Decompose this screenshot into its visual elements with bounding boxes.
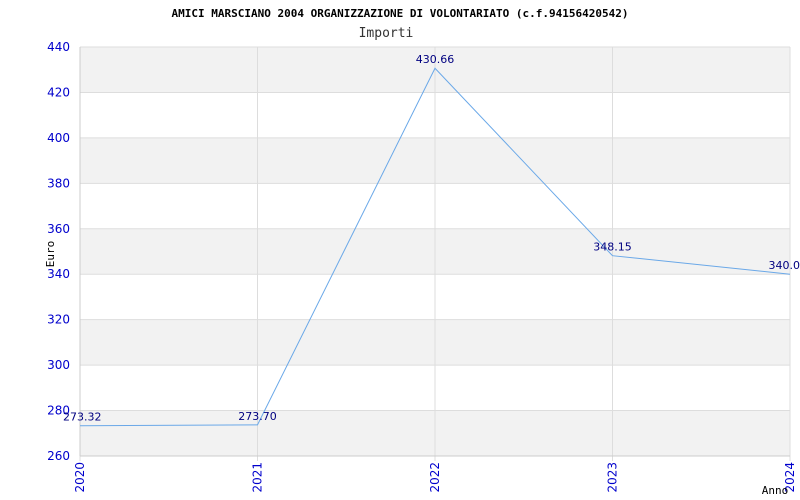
x-axis-title: Anno — [762, 484, 789, 497]
x-tick-label: 2020 — [73, 462, 87, 493]
y-tick-label: 360 — [47, 222, 70, 236]
x-tick-labels: 2020 2021 2022 2023 2024 — [73, 462, 797, 493]
y-tick-label: 300 — [47, 358, 70, 372]
data-label: 273.70 — [238, 410, 277, 423]
x-tick-label: 2022 — [428, 462, 442, 493]
y-tick-label: 260 — [47, 449, 70, 463]
y-tick-label: 400 — [47, 131, 70, 145]
y-tick-label: 380 — [47, 176, 70, 190]
x-tick-label: 2023 — [606, 462, 620, 493]
chart-title: AMICI MARSCIANO 2004 ORGANIZZAZIONE DI V… — [172, 7, 629, 20]
y-tick-label: 320 — [47, 313, 70, 327]
line-chart: 260280300320340360380400420440 2020 2021 2… — [44, 7, 800, 497]
data-label: 340.0 — [769, 259, 800, 272]
y-tick-label: 340 — [47, 267, 70, 281]
y-tick-label: 420 — [47, 85, 70, 99]
data-label: 348.15 — [593, 241, 632, 254]
y-axis-title: Euro — [44, 241, 57, 268]
x-tick-label: 2021 — [251, 462, 265, 493]
data-label: 273.32 — [63, 411, 102, 424]
chart-subtitle: Importi — [359, 26, 414, 41]
y-tick-label: 440 — [47, 40, 70, 54]
data-label: 430.66 — [416, 53, 455, 66]
